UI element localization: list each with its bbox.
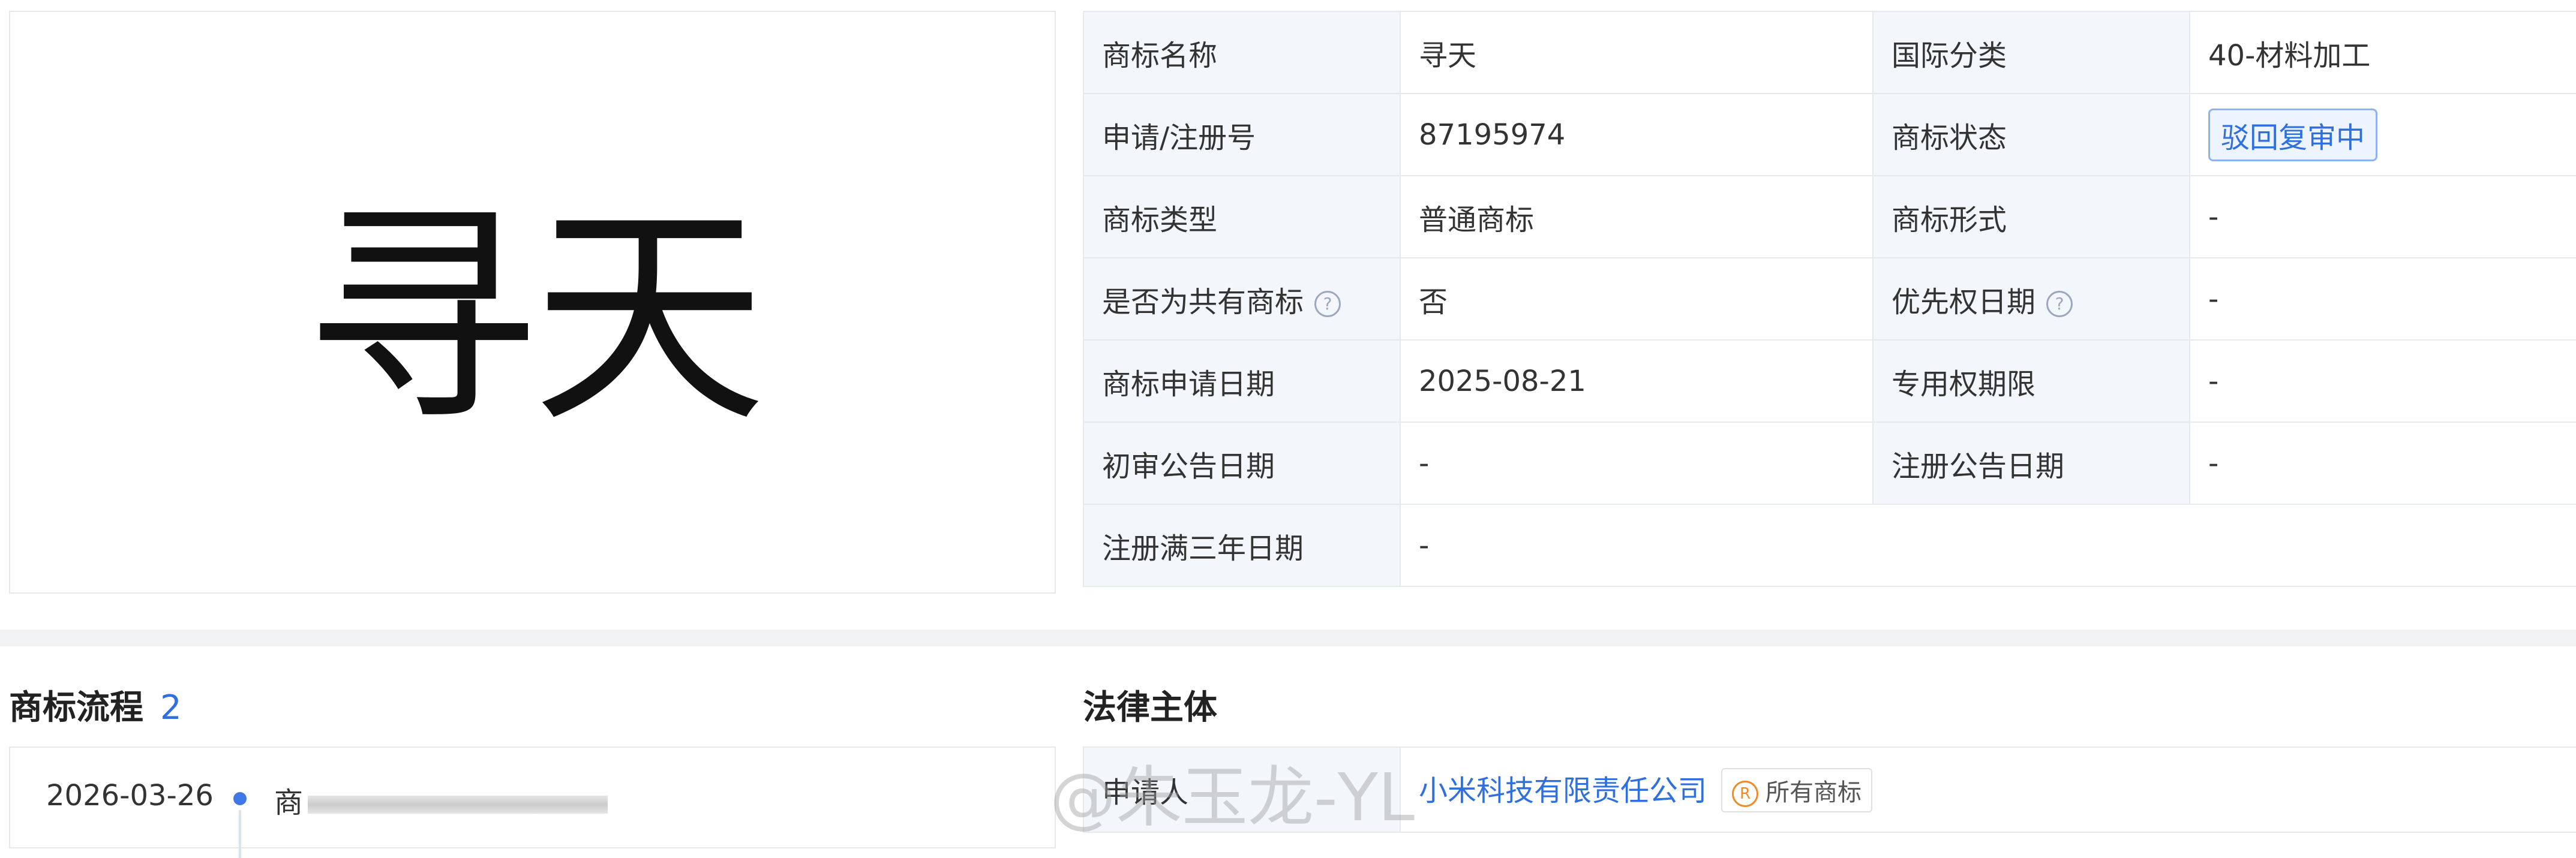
label-trademark-name: 商标名称 — [1083, 11, 1401, 94]
legal-entity-table: 申请人 小米科技有限责任公司 R 所有商标 — [1083, 746, 2576, 833]
value-shared-trademark: 否 — [1400, 257, 1874, 341]
all-trademarks-button[interactable]: R 所有商标 — [1721, 768, 1873, 812]
question-circle-icon[interactable]: ? — [2046, 290, 2073, 317]
value-prelim-announce-date: - — [1400, 422, 1874, 505]
legal-section-title: 法律主体 — [1083, 688, 1217, 727]
all-trademarks-label: 所有商标 — [1766, 779, 1862, 806]
info-row: 商标申请日期 2025-08-21 专用权期限 - — [1083, 339, 2576, 423]
registered-icon: R — [1732, 781, 1759, 807]
company-link[interactable]: 小米科技有限责任公司 — [1419, 774, 1707, 808]
info-row: 商标名称 寻天 国际分类 40-材料加工 — [1083, 11, 2576, 94]
info-row: 申请/注册号 87195974 商标状态 驳回复审中 — [1083, 93, 2576, 176]
label-exclusive-term: 专用权期限 — [1872, 339, 2190, 423]
label-trademark-form: 商标形式 — [1872, 175, 2190, 258]
info-row: 注册满三年日期 - — [1083, 504, 2576, 587]
value-exclusive-term: - — [2189, 339, 2576, 423]
process-count: 2 — [160, 688, 182, 727]
value-reg-announce-date: - — [2189, 422, 2576, 505]
status-badge[interactable]: 驳回复审中 — [2208, 108, 2378, 161]
process-title: 商标流程 — [9, 688, 143, 727]
label-priority-cell: 优先权日期? — [1872, 257, 2190, 341]
label-reg-number: 申请/注册号 — [1083, 93, 1401, 176]
process-date: 2026-03-26 — [46, 779, 214, 812]
label-three-year-date: 注册满三年日期 — [1083, 504, 1401, 587]
process-desc-text: 商 — [274, 786, 304, 820]
status-cell: 驳回复审中 — [2189, 93, 2576, 176]
value-priority-date: - — [2189, 257, 2576, 341]
value-trademark-form: - — [2189, 175, 2576, 258]
label-reg-announce-date: 注册公告日期 — [1872, 422, 2190, 505]
process-timeline: 2026-03-26 商 — [9, 746, 1056, 858]
trademark-info-table: 商标名称 寻天 国际分类 40-材料加工 申请/注册号 87195974 商标状… — [1083, 11, 2576, 587]
label-trademark-type: 商标类型 — [1083, 175, 1401, 258]
label-priority-date: 优先权日期 — [1892, 285, 2036, 319]
timeline-line — [239, 810, 241, 858]
applicant-cell: 小米科技有限责任公司 R 所有商标 — [1400, 746, 2576, 833]
label-apply-date: 商标申请日期 — [1083, 339, 1401, 423]
section-divider — [0, 630, 2576, 646]
label-prelim-announce-date: 初审公告日期 — [1083, 422, 1401, 505]
process-section-title: 商标流程 2 — [9, 681, 182, 729]
entity-row: 申请人 小米科技有限责任公司 R 所有商标 — [1083, 746, 2576, 833]
label-shared-cell: 是否为共有商标? — [1083, 257, 1401, 341]
timeline-dot-icon — [233, 792, 247, 805]
label-shared-trademark: 是否为共有商标 — [1102, 285, 1304, 319]
value-intl-class: 40-材料加工 — [2189, 11, 2576, 94]
process-description: 商 — [274, 779, 608, 821]
label-applicant: 申请人 — [1083, 746, 1401, 833]
info-row: 是否为共有商标? 否 优先权日期? - — [1083, 257, 2576, 341]
info-row: 初审公告日期 - 注册公告日期 - — [1083, 422, 2576, 505]
value-reg-number: 87195974 — [1400, 93, 1874, 176]
value-trademark-type: 普通商标 — [1400, 175, 1874, 258]
trademark-image-panel: 寻天 — [9, 11, 1056, 594]
value-apply-date: 2025-08-21 — [1400, 339, 1874, 423]
question-circle-icon[interactable]: ? — [1314, 290, 1341, 317]
trademark-image-text: 寻天 — [304, 182, 767, 454]
info-row: 商标类型 普通商标 商标形式 - — [1083, 175, 2576, 258]
redacted-bar — [308, 796, 608, 814]
label-intl-class: 国际分类 — [1872, 11, 2190, 94]
value-trademark-name: 寻天 — [1400, 11, 1874, 94]
label-status: 商标状态 — [1872, 93, 2190, 176]
value-three-year-date: - — [1400, 504, 2576, 587]
